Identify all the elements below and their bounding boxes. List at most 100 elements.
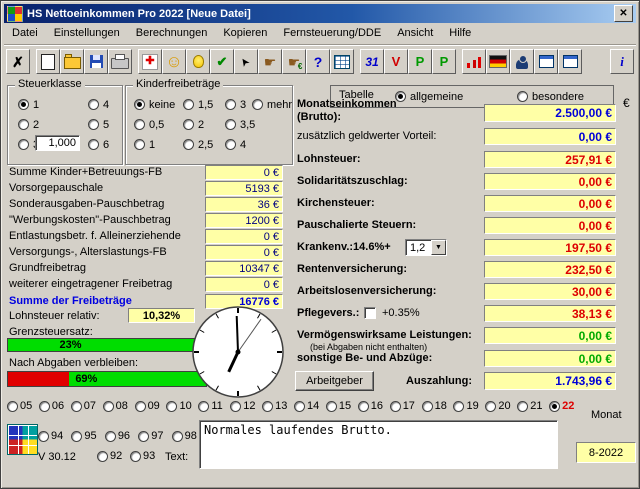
vorteil-input[interactable]: 0,00 € xyxy=(484,128,616,145)
kinder-radio-0-5[interactable]: 0,5 xyxy=(134,118,164,131)
kinder-radio-mehr[interactable]: mehr xyxy=(252,98,292,111)
year-radio-93[interactable]: 93 xyxy=(130,450,163,462)
menu-einstellungen[interactable]: Einstellungen xyxy=(46,25,128,42)
radio-icon xyxy=(549,401,560,412)
year-radio-15[interactable]: 15 xyxy=(326,400,358,412)
year-radio-20[interactable]: 20 xyxy=(485,400,517,412)
year-radio-18[interactable]: 18 xyxy=(422,400,454,412)
kinder-radio-1-5[interactable]: 1,5 xyxy=(183,98,213,111)
kinder-radio-2-5[interactable]: 2,5 xyxy=(183,138,213,151)
radio-icon xyxy=(262,401,273,412)
exit-button[interactable]: ✗ xyxy=(6,49,30,74)
help-button[interactable]: ? xyxy=(306,49,330,74)
smiley-button[interactable]: ☺ xyxy=(162,49,186,74)
year-radio-05[interactable]: 05 xyxy=(7,400,39,412)
menu-ansicht[interactable]: Ansicht xyxy=(389,25,441,42)
version-label: V 30.12 xyxy=(38,451,76,463)
pointer-button[interactable]: ➤ xyxy=(234,49,258,74)
vl-button[interactable]: V xyxy=(384,49,408,74)
steuerklasse-radio-5[interactable]: 5 xyxy=(88,118,109,131)
kinder-radio-1[interactable]: 1 xyxy=(134,138,155,151)
new-file-icon xyxy=(41,54,55,70)
save-button[interactable] xyxy=(84,49,108,74)
year-radio-97[interactable]: 97 xyxy=(138,430,171,442)
menu-hilfe[interactable]: Hilfe xyxy=(441,25,479,42)
soli-label: Solidaritätszuschlag: xyxy=(297,175,408,187)
ok-button[interactable]: ✔ xyxy=(210,49,234,74)
hand-button[interactable]: ☛ xyxy=(258,49,282,74)
steuerklasse-radio-2[interactable]: 2 xyxy=(18,118,39,131)
year-radio-16[interactable]: 16 xyxy=(358,400,390,412)
year-radio-13[interactable]: 13 xyxy=(262,400,294,412)
vwl-input[interactable]: 0,00 € xyxy=(484,327,616,344)
year-radio-12[interactable]: 12 xyxy=(230,400,262,412)
year-radio-06[interactable]: 06 xyxy=(39,400,71,412)
p-minus-button[interactable]: P xyxy=(432,49,456,74)
calendar-button[interactable]: 31 xyxy=(360,49,384,74)
chevron-down-icon[interactable] xyxy=(431,240,446,255)
p-plus-button[interactable]: P xyxy=(408,49,432,74)
kinder-radio-2[interactable]: 2 xyxy=(183,118,204,131)
users-button[interactable] xyxy=(510,49,534,74)
sonstige-input[interactable]: 0,00 € xyxy=(484,350,616,367)
brutto-input[interactable]: 2.500,00 € xyxy=(484,104,616,122)
german-flag-icon xyxy=(489,55,507,68)
bar-fill-green xyxy=(8,339,206,351)
hand-euro-button[interactable]: ☛ xyxy=(282,49,306,74)
steuerklasse-radio-6[interactable]: 6 xyxy=(88,138,109,151)
new-file-button[interactable] xyxy=(36,49,60,74)
chart-button[interactable] xyxy=(462,49,486,74)
kinder-radio-keine[interactable]: keine xyxy=(134,98,175,111)
info-button[interactable]: i xyxy=(610,49,634,74)
open-file-button[interactable] xyxy=(60,49,84,74)
tabelle-radio-allgemeine[interactable]: allgemeine xyxy=(395,90,463,103)
kinder-radio-3[interactable]: 3 xyxy=(225,98,246,111)
kv-zusatzbeitrag-select[interactable]: 1,2 xyxy=(405,239,447,256)
language-button[interactable] xyxy=(486,49,510,74)
table-button[interactable] xyxy=(330,49,354,74)
window-b-button[interactable] xyxy=(558,49,582,74)
arbeitgeber-button[interactable]: Arbeitgeber xyxy=(295,371,374,391)
radio-label: keine xyxy=(149,99,175,111)
steuerklasse-radio-1[interactable]: 1 xyxy=(18,98,39,111)
monat-input[interactable]: 8-2022 xyxy=(576,442,636,463)
monat-label: Monat xyxy=(591,409,622,421)
kinder-radio-3-5[interactable]: 3,5 xyxy=(225,118,255,131)
year-radio-14[interactable]: 14 xyxy=(294,400,326,412)
menu-datei[interactable]: Datei xyxy=(4,25,46,42)
window-a-button[interactable] xyxy=(534,49,558,74)
verbleibend-value: 69% xyxy=(75,372,97,387)
year-radio-96[interactable]: 96 xyxy=(105,430,138,442)
year-radio-92[interactable]: 92 xyxy=(97,450,130,462)
tip-button[interactable] xyxy=(186,49,210,74)
year-radio-17[interactable]: 17 xyxy=(390,400,422,412)
year-radio-22[interactable]: 22 xyxy=(549,400,581,412)
pflege-zuschlag-checkbox[interactable] xyxy=(364,307,376,319)
radio-icon xyxy=(183,99,194,110)
year-radio-19[interactable]: 19 xyxy=(453,400,485,412)
print-button[interactable] xyxy=(108,49,132,74)
radio-label: mehr xyxy=(267,99,292,111)
arbeitslosenversicherung-value: 30,00 € xyxy=(484,283,616,300)
year-radio-11[interactable]: 11 xyxy=(198,400,230,412)
year-radio-08[interactable]: 08 xyxy=(103,400,135,412)
year-radio-09[interactable]: 09 xyxy=(135,400,167,412)
notiz-textarea[interactable]: Normales laufendes Brutto. xyxy=(199,420,558,469)
year-radio-07[interactable]: 07 xyxy=(71,400,103,412)
close-button[interactable]: ✕ xyxy=(614,5,633,22)
menu-kopieren[interactable]: Kopieren xyxy=(215,25,275,42)
menu-berechnungen[interactable]: Berechnungen xyxy=(128,25,216,42)
year-radio-10[interactable]: 10 xyxy=(166,400,198,412)
tabelle-radio-besondere[interactable]: besondere xyxy=(517,90,584,103)
year-radio-94[interactable]: 94 xyxy=(38,430,71,442)
menu-fernsteuerung[interactable]: Fernsteuerung/DDE xyxy=(275,25,389,42)
year-label: 97 xyxy=(151,430,163,442)
faktor-input[interactable]: 1,000 xyxy=(35,135,80,151)
first-aid-button[interactable]: ✚ xyxy=(138,49,162,74)
year-label: 98 xyxy=(185,430,197,442)
year-radio-21[interactable]: 21 xyxy=(517,400,549,412)
year-radio-95[interactable]: 95 xyxy=(71,430,104,442)
steuerklasse-radio-4[interactable]: 4 xyxy=(88,98,109,111)
kinder-radio-4[interactable]: 4 xyxy=(225,138,246,151)
radio-label: 6 xyxy=(103,139,109,151)
